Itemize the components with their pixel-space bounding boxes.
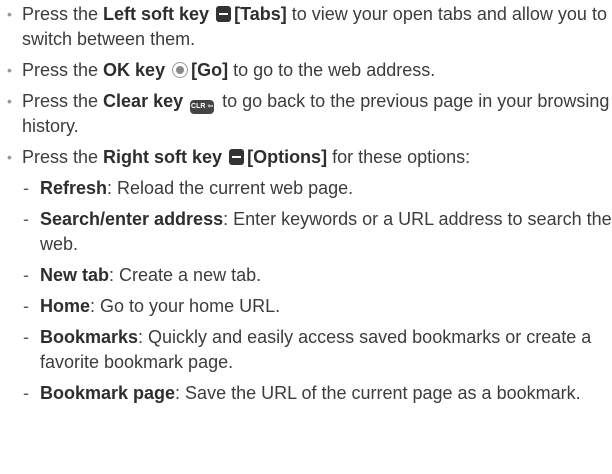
bullet-dot: • — [7, 149, 12, 165]
option-search: - Search/enter address: Enter keywords o… — [0, 207, 612, 257]
document-page: • Press the Left soft key [Tabs] to view… — [0, 0, 612, 474]
key-name: Right soft key — [103, 147, 223, 167]
option-new-tab: - New tab: Create a new tab. — [0, 263, 612, 288]
option-desc: : Save the URL of the current page as a … — [175, 383, 581, 403]
item-text: Press the — [22, 4, 104, 24]
option-refresh: - Refresh: Reload the current web page. — [0, 176, 612, 201]
key-name: OK key — [103, 60, 166, 80]
option-desc: : Go to your home URL. — [90, 296, 281, 316]
left-soft-key-icon — [216, 6, 232, 22]
key-name: Clear key — [103, 91, 184, 111]
bullet-dot: • — [7, 62, 12, 78]
item-text: Press the — [22, 91, 104, 111]
key-label: [Go] — [191, 60, 229, 80]
bullet-dot: • — [7, 6, 12, 22]
option-home: - Home: Go to your home URL. — [0, 294, 612, 319]
option-bookmark-page: - Bookmark page: Save the URL of the cur… — [0, 381, 612, 406]
bullet-dot: • — [7, 93, 12, 109]
option-term: New tab — [40, 265, 110, 285]
item-text: to go to the web address. — [228, 60, 436, 80]
key-name: Left soft key — [103, 4, 210, 24]
dash-marker: - — [23, 209, 29, 229]
item-text: for these options: — [327, 147, 471, 167]
dash-marker: - — [23, 265, 29, 285]
dash-marker: - — [23, 178, 29, 198]
item-text: Press the — [22, 60, 104, 80]
dash-marker: - — [23, 296, 29, 316]
key-label: [Tabs] — [234, 4, 287, 24]
clear-key-icon: CLR ⇦ — [190, 100, 215, 114]
bullet-item-go: • Press the OK key [Go] to go to the web… — [0, 58, 612, 83]
option-term: Bookmark page — [40, 383, 176, 403]
option-term: Bookmarks — [40, 327, 139, 347]
option-bookmarks: - Bookmarks: Quickly and easily access s… — [0, 325, 612, 375]
right-soft-key-icon — [229, 149, 245, 165]
bullet-item-tabs: • Press the Left soft key [Tabs] to view… — [0, 2, 612, 52]
ok-key-icon — [172, 62, 189, 78]
dash-marker: - — [23, 383, 29, 403]
bullet-item-clear: • Press the Clear key CLR ⇦ to go back t… — [0, 89, 612, 139]
dash-marker: - — [23, 327, 29, 347]
option-desc: : Create a new tab. — [109, 265, 262, 285]
option-desc: : Reload the current web page. — [107, 178, 354, 198]
bullet-item-options: • Press the Right soft key [Options] for… — [0, 145, 612, 170]
option-term: Refresh — [40, 178, 108, 198]
item-text: Press the — [22, 147, 104, 167]
option-term: Home — [40, 296, 91, 316]
option-term: Search/enter address — [40, 209, 224, 229]
key-label: [Options] — [247, 147, 328, 167]
